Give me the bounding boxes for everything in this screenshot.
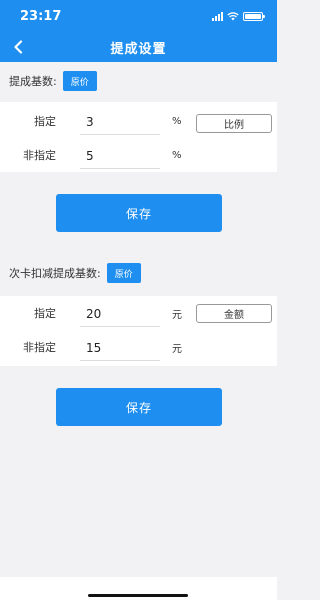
status-time: 23:17 [20,8,62,24]
amount-button[interactable]: 金额 [196,304,272,323]
designated-rate-input[interactable] [80,109,160,135]
signal-icon [212,11,223,21]
chevron-left-icon[interactable] [8,37,28,57]
field-label: 非指定 [23,149,56,162]
designated-amount-input[interactable] [80,301,160,327]
non-designated-amount-input[interactable] [80,335,160,361]
wifi-icon [227,11,239,20]
unit-label: % [172,149,182,161]
non-designated-rate-input[interactable] [80,143,160,169]
unit-label: % [172,115,182,127]
unit-label: 元 [172,309,182,321]
unit-label: 元 [172,343,182,355]
status-bar: 23:17 [0,0,277,32]
field-label: 非指定 [23,341,56,354]
section1-row-non-designated: 非指定 % [0,138,277,172]
section1-header: 提成基数: 原价 [0,64,277,98]
home-indicator [88,594,188,597]
section2-base-button[interactable]: 原价 [106,263,141,283]
section1-base-button[interactable]: 原价 [62,71,97,91]
section1-row-designated: 指定 % 比例 [0,104,277,138]
nav-bar: 提成设置 [0,32,277,62]
section1-label: 提成基数: [9,75,57,88]
section1-panel: 指定 % 比例 非指定 % [0,102,277,172]
status-icons [212,11,265,21]
section2-row-designated: 指定 元 金额 [0,296,277,330]
section2-panel: 指定 元 金额 非指定 元 [0,296,277,366]
page-title: 提成设置 [110,41,167,57]
field-label: 指定 [34,115,56,128]
field-label: 指定 [34,307,56,320]
section2-row-non-designated: 非指定 元 [0,330,277,364]
save-button-1[interactable]: 保存 [56,194,222,232]
section2-label: 次卡扣减提成基数: [9,267,101,280]
battery-icon [243,11,265,21]
ratio-button[interactable]: 比例 [196,114,272,133]
save-button-2[interactable]: 保存 [56,388,222,426]
section2-header: 次卡扣减提成基数: 原价 [0,256,277,290]
